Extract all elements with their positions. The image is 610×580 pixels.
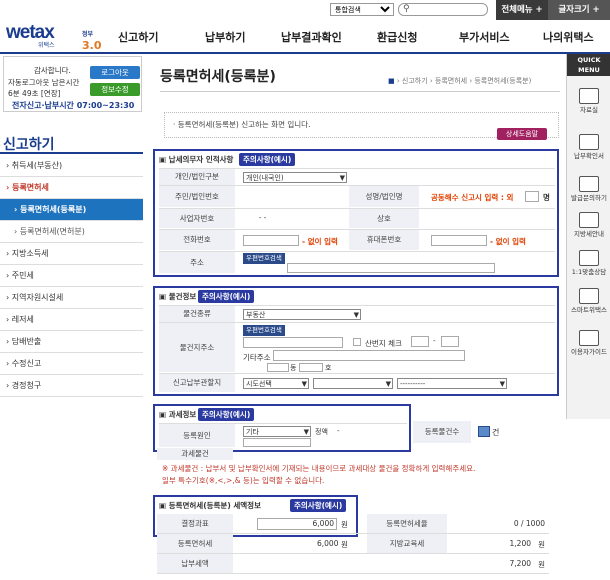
printer-icon (579, 134, 599, 150)
etc-addr-input[interactable] (273, 350, 465, 361)
quick-item[interactable]: 지방세안내 (571, 212, 607, 238)
phone-input[interactable] (243, 235, 299, 246)
zip-search-button[interactable]: 우편번호검색 (243, 325, 285, 336)
notice-badge[interactable]: 주의사항(예시) (198, 408, 255, 421)
help-button[interactable]: 상세도움말 (497, 128, 547, 140)
lnb-item[interactable]: › 레저세 (0, 309, 143, 331)
property-kind-select[interactable]: 부동산 ▼ (243, 309, 361, 320)
book-icon (579, 212, 599, 228)
tax-item-warning: ※ 과세물건 : 납부서 및 납부확인서에 기재되는 내용이므로 과세대상 물건… (162, 464, 476, 485)
taxpayer-type-select[interactable]: 개인(내국인) ▼ (243, 172, 347, 183)
lnb-item[interactable]: › 주민세 (0, 265, 143, 287)
phone-icon (579, 288, 599, 304)
search-icon[interactable]: ⚲ (403, 4, 410, 14)
gnb-my[interactable]: 나의위택스 (543, 29, 594, 45)
home-icon: ■ (388, 77, 395, 85)
breadcrumb: ■ › 신고하기 › 등록면허세 › 등록면허세(등록분) (388, 77, 532, 85)
mountain-checkbox[interactable] (353, 338, 361, 346)
lnb-item[interactable]: › 지방소득세 (0, 243, 143, 265)
quick-item[interactable]: 스마트위택스 (571, 288, 607, 314)
lnb-item[interactable]: › 지역자원시설세 (0, 287, 143, 309)
wetax-logo[interactable]: wetax 위택스 정부 3.0 (6, 22, 106, 52)
tax-amount-table: 결정과표 6,000 원 등록면허세율 0 / 1000 등록면허세 6,000… (157, 514, 549, 574)
office-sido-select[interactable]: 시도선택 ▼ (243, 378, 309, 389)
quick-item[interactable]: 납부확인서 (571, 134, 607, 160)
lnb-divider (0, 152, 143, 154)
top-search-input[interactable]: ⚲ (398, 3, 488, 16)
font-size-button[interactable]: 글자크기 + (548, 0, 610, 20)
full-menu-button[interactable]: 전체메뉴 + (496, 0, 548, 20)
info-edit-button[interactable]: 정보수정 (90, 83, 140, 96)
logout-button[interactable]: 로그아웃 (90, 66, 140, 79)
lnb-item[interactable]: › 수정신고 (0, 353, 143, 375)
lot-main-input[interactable] (411, 336, 429, 347)
base-value-input[interactable]: 6,000 (257, 518, 337, 530)
lnb-item[interactable]: › 취득세(부동산) (0, 155, 143, 177)
quick-item[interactable]: 발급문의하기 (571, 176, 607, 202)
quick-menu-title: QUICK MENU (567, 54, 610, 76)
quick-item[interactable]: 자료실 (571, 88, 607, 114)
document-icon (579, 176, 599, 192)
quick-item[interactable]: 1:1맞춤상담 (571, 250, 607, 276)
co-owner-count-input[interactable] (525, 191, 539, 202)
property-section: ▣ 물건정보 주의사항(예시) 물건종류 부동산 ▼ 물건지주소 우편번호검색 산… (153, 286, 559, 396)
gnb-refund[interactable]: 환급신청 (377, 29, 417, 45)
lnb-item[interactable]: › 등록면허세(면허분) (0, 221, 143, 243)
address-input[interactable] (287, 263, 495, 273)
search-scope-select[interactable]: 통합검색 (330, 3, 394, 16)
ho-input[interactable] (299, 363, 323, 372)
session-time[interactable]: 6분 49초 [연장] (8, 88, 61, 99)
page-title: 등록면허세(등록분) (160, 69, 276, 85)
gnb-report[interactable]: 신고하기 (118, 29, 158, 45)
quick-item[interactable]: 이용자가이드 (571, 330, 607, 356)
notice-badge[interactable]: 주의사항(예시) (290, 499, 347, 512)
guide-icon (579, 330, 599, 346)
property-addr-input[interactable] (243, 337, 343, 348)
title-divider (160, 91, 560, 92)
gnb-extra[interactable]: 부가서비스 (459, 29, 510, 45)
archive-icon (579, 88, 599, 104)
lnb-item[interactable]: › 경정청구 (0, 375, 143, 397)
count-spinner[interactable] (478, 426, 490, 437)
tax-info-section: ▣ 과세정보 주의사항(예시) 등록원인 기타 ▼ 정액 - (153, 404, 411, 452)
cause-select[interactable]: 기타 ▼ (243, 426, 311, 437)
lot-sub-input[interactable] (441, 336, 459, 347)
gnb-pay-result[interactable]: 납부결과확인 (281, 29, 342, 45)
chat-icon (579, 250, 599, 266)
dong-input[interactable] (267, 363, 289, 372)
quick-menu: QUICK MENU 자료실납부확인서발급문의하기지방세안내 1:1맞춤상담스마트… (566, 54, 610, 419)
notice-badge[interactable]: 주의사항(예시) (198, 290, 255, 303)
top-bar: 통합검색 ⚲ 전체메뉴 + 글자크기 + (0, 0, 610, 20)
lnb-item[interactable]: › 등록면허세 (0, 177, 143, 199)
lnb-item[interactable]: › 등록면허세(등록분) (0, 199, 143, 221)
lnb-item[interactable]: › 담배반출 (0, 331, 143, 353)
cause-detail-input[interactable] (243, 438, 311, 447)
gnb-pay[interactable]: 납부하기 (205, 29, 245, 45)
service-hours: 전자신고·납부시간 07:00~23:30 (12, 101, 135, 110)
notice-badge[interactable]: 주의사항(예시) (239, 153, 296, 166)
lnb-title: 신고하기 (3, 137, 55, 153)
mobile-input[interactable] (431, 235, 487, 246)
office-dept-select[interactable]: ---------- ▼ (397, 378, 507, 389)
taxpayer-section: ▣ 납세의무자 인적사항 주의사항(예시) 개인/법인구분 개인(내국인) ▼ 주… (153, 149, 559, 277)
zip-search-button[interactable]: 우편번호검색 (243, 253, 285, 264)
office-sigungu-select[interactable]: ▼ (313, 378, 393, 389)
